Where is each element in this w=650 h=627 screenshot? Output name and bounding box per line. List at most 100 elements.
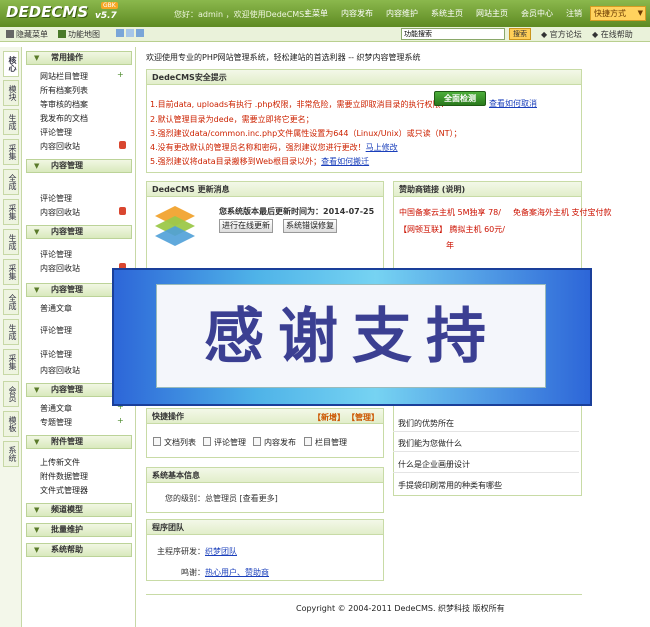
logo: DEDECMS	[6, 3, 89, 21]
layout-icon-3	[136, 29, 144, 37]
security-tip-3: 3.强烈建议data/common.inc.php文件属性设置为644（Linu…	[150, 129, 462, 138]
hide-menu-button[interactable]: 隐藏菜单	[6, 29, 48, 40]
layout-icon-2	[126, 29, 134, 37]
tab-modules[interactable]: 模块	[3, 80, 19, 106]
menu-item-file-manager[interactable]: 文件式管理器	[40, 485, 130, 496]
full-check-button[interactable]: 全面检测	[434, 91, 486, 106]
ad-link-3[interactable]: 【网顿互联】 腾拟主机 60元/	[399, 224, 505, 235]
nav-publish[interactable]: 内容发布	[341, 8, 373, 19]
nav-logout[interactable]: 注销	[566, 8, 582, 19]
quick-publish[interactable]: 内容发布	[253, 437, 296, 448]
security-tip-1: 1.目前data, uploads有执行 .php权限，非常危险，需要立即取消目…	[150, 100, 449, 109]
thanks-banner-inner: 感谢支持	[156, 284, 546, 388]
error-repair-button[interactable]: 系统错误修复	[283, 219, 337, 233]
online-update-button[interactable]: 进行在线更新	[219, 219, 273, 233]
tab-faint-2[interactable]: 采集	[3, 199, 19, 225]
chevron-down-icon: ▼	[34, 228, 40, 236]
add-icon[interactable]: +	[117, 417, 124, 425]
menu-item-pending[interactable]: 等审核的档案	[40, 99, 130, 110]
quick-menu-button[interactable]: 快捷方式 ▼	[590, 6, 646, 21]
quick-add-link[interactable]: 【新增】	[313, 412, 345, 423]
menu-section-content-2[interactable]: ▼ 内容管理	[26, 159, 132, 173]
divider	[393, 472, 579, 473]
quick-doc-list[interactable]: 文档列表	[153, 437, 196, 448]
menu-item-recycle[interactable]: 内容回收站	[40, 141, 130, 152]
quick-categories[interactable]: 栏目管理	[304, 437, 347, 448]
thanks-banner: 感谢支持	[112, 268, 592, 406]
menu-item-categories[interactable]: 网站栏目管理 +	[40, 71, 130, 82]
tab-collect[interactable]: 采集	[3, 139, 19, 165]
menu-section-batch[interactable]: ▼ 批量维护	[26, 523, 132, 537]
menu-item-label: 内容回收站	[40, 142, 80, 151]
menu-section-attachments[interactable]: ▼ 附件管理	[26, 435, 132, 449]
map-icon	[58, 30, 66, 38]
ad-link-3-suffix[interactable]: 年	[446, 240, 454, 251]
ad-link-1[interactable]: 中国备案云主机 5M独享 78/	[399, 207, 501, 218]
toolbar: 隐藏菜单 功能地图 搜索 ◆ 官方论坛 ◆ 在线帮助	[0, 27, 650, 42]
module-tabs: 核心 模块 生成 采集 全成 采集 生成 采集 全成 生成 采集 会员 模板 系…	[0, 47, 22, 627]
quick-comments[interactable]: 评论管理	[203, 437, 246, 448]
quick-manage-link[interactable]: 【管理】	[347, 412, 379, 423]
search-button[interactable]: 搜索	[509, 28, 531, 40]
news-item[interactable]: 什么是企业画册设计	[398, 459, 470, 470]
tab-generate[interactable]: 生成	[3, 109, 19, 135]
menu-item-all-docs[interactable]: 所有档案列表	[40, 85, 130, 96]
nav-main-menu[interactable]: 主菜单	[304, 8, 328, 19]
help-link[interactable]: ◆ 在线帮助	[592, 29, 633, 40]
nav-site-home[interactable]: 网站主页	[476, 8, 508, 19]
nav-member-center[interactable]: 会员中心	[521, 8, 553, 19]
security-tip-4: 4.没有更改默认的管理员名称和密码，强烈建议您进行更改！马上修改	[150, 142, 398, 153]
layout-icon-1	[116, 29, 124, 37]
tab-faint-3[interactable]: 生成	[3, 229, 19, 255]
nav-system-home[interactable]: 系统主页	[431, 8, 463, 19]
comment-icon	[203, 437, 211, 446]
menu-item-my-docs[interactable]: 我发布的文档	[40, 113, 130, 124]
news-item[interactable]: 我们的优势所在	[398, 418, 454, 429]
security-tip-4-text: 4.没有更改默认的管理员名称和密码，强烈建议您进行更改！	[150, 143, 366, 152]
menu-item-topics[interactable]: 专题管理 +	[40, 417, 130, 428]
section-label: 内容管理	[51, 161, 83, 170]
menu-item-attach-data[interactable]: 附件数据管理	[40, 471, 130, 482]
menu-item-comments-3[interactable]: 评论管理	[40, 249, 130, 260]
tab-faint-1[interactable]: 全成	[3, 169, 19, 195]
ad-link-2[interactable]: 免备案海外主机 支付宝付款	[513, 207, 612, 218]
add-icon[interactable]: +	[117, 71, 124, 79]
menu-section-content-3[interactable]: ▼ 内容管理	[26, 225, 132, 239]
menu-item-label: 内容回收站	[40, 366, 80, 375]
tab-core[interactable]: 核心	[3, 51, 19, 77]
news-item[interactable]: 手提袋印刷常用的种类有哪些	[398, 480, 502, 491]
shield-icon	[119, 207, 126, 215]
feature-map-button[interactable]: 功能地图	[58, 29, 100, 40]
help-label: 在线帮助	[600, 30, 633, 39]
tab-members[interactable]: 会员	[3, 381, 19, 407]
tab-faint-6[interactable]: 生成	[3, 319, 19, 345]
menu-section-common[interactable]: ▼ 常用操作	[26, 51, 132, 65]
dev-team-link[interactable]: 织梦团队	[205, 547, 237, 556]
menu-item-upload[interactable]: 上传新文件	[40, 457, 130, 468]
menu-item-comments[interactable]: 评论管理	[40, 127, 130, 138]
tab-faint-5[interactable]: 全成	[3, 289, 19, 315]
credits-link[interactable]: 热心用户、赞助商	[205, 568, 269, 577]
fix-now-link[interactable]: 马上修改	[366, 143, 398, 152]
layout-switch[interactable]	[116, 29, 146, 38]
search-input[interactable]	[401, 28, 505, 40]
how-to-cancel-link[interactable]: 查看如何取消	[489, 98, 537, 109]
menu-item-recycle-2[interactable]: 内容回收站	[40, 207, 130, 218]
tab-system[interactable]: 系统	[3, 441, 19, 467]
menu-item-comments-2[interactable]: 评论管理	[40, 193, 130, 204]
menu-section-help[interactable]: ▼ 系统帮助	[26, 543, 132, 557]
level-label: 您的级别：	[165, 494, 205, 503]
nav-maintain[interactable]: 内容维护	[386, 8, 418, 19]
how-to-move-link[interactable]: 查看如何搬迁	[321, 157, 369, 166]
version-label: v5.7	[95, 11, 117, 21]
tab-templates[interactable]: 模板	[3, 411, 19, 437]
tab-faint-4[interactable]: 采集	[3, 259, 19, 285]
news-item[interactable]: 我们能为您做什么	[398, 438, 462, 449]
section-label: 附件管理	[51, 437, 83, 446]
forum-link[interactable]: ◆ 官方论坛	[541, 29, 582, 40]
shield-icon	[119, 141, 126, 149]
tab-faint-7[interactable]: 采集	[3, 349, 19, 375]
security-panel-title: DedeCMS安全提示	[147, 70, 581, 85]
dev-label: 主程序研发：	[157, 547, 205, 556]
menu-section-channel-models[interactable]: ▼ 频道模型	[26, 503, 132, 517]
